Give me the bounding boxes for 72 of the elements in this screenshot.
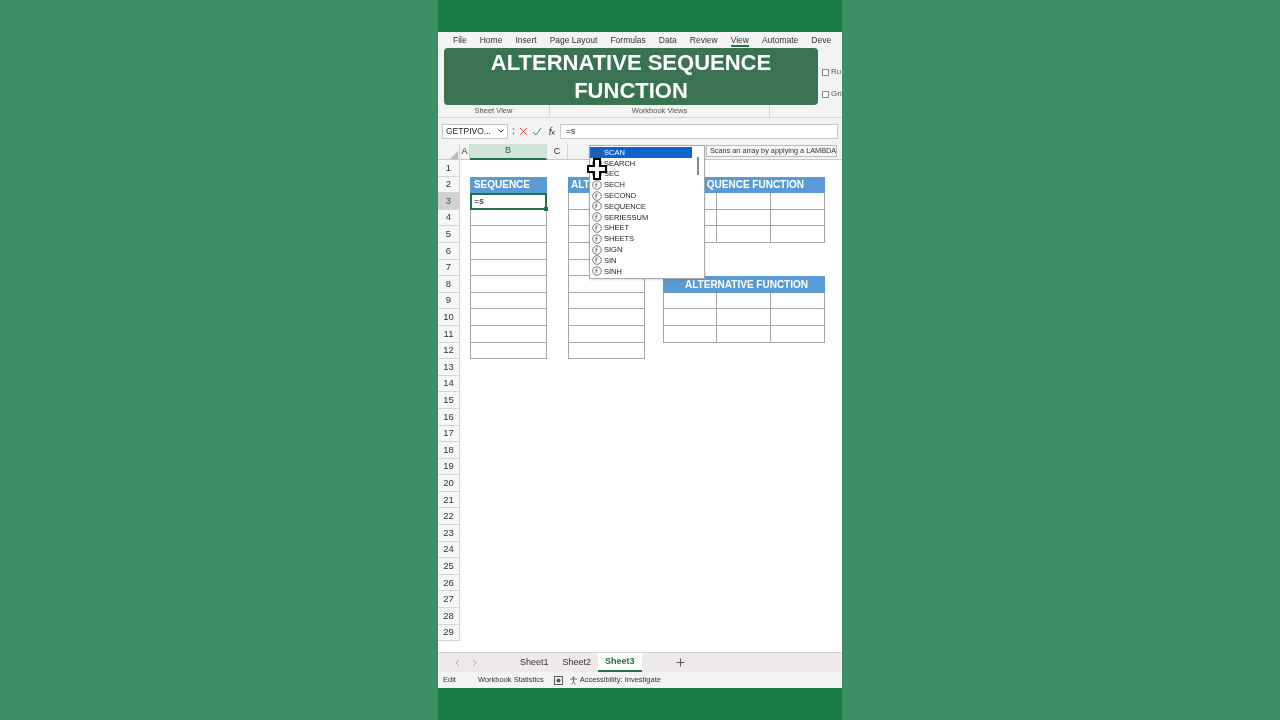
function-icon <box>592 179 602 190</box>
table-cell <box>771 193 825 210</box>
table-cell <box>771 209 825 227</box>
table-cell <box>717 226 771 243</box>
column-header[interactable]: B <box>470 144 547 160</box>
row-header[interactable]: 15 <box>438 392 460 409</box>
close-icon[interactable] <box>519 126 528 136</box>
table-header: ALTERNATIVE FUNCTION <box>663 276 825 293</box>
table-cell <box>663 292 717 310</box>
chevron-left-icon[interactable] <box>455 658 460 667</box>
name-box[interactable]: GETPIVO... <box>442 123 508 139</box>
accessibility-icon <box>568 675 578 685</box>
check-icon[interactable] <box>532 126 542 136</box>
checkbox-label: Gri <box>831 88 842 100</box>
table-cell <box>771 226 825 243</box>
ribbon-tab[interactable]: File <box>453 36 467 47</box>
table-cell <box>717 325 771 343</box>
row-header[interactable]: 25 <box>438 558 460 575</box>
table-cell <box>771 292 825 310</box>
row-header[interactable]: 23 <box>438 525 460 542</box>
ribbon-tab[interactable]: Page Layout <box>549 36 598 47</box>
row-header[interactable]: 3 <box>438 193 460 210</box>
checkbox-label: Ru <box>831 66 842 78</box>
chevron-right-icon[interactable] <box>472 658 477 667</box>
table-cell <box>663 309 717 326</box>
row-header[interactable]: 18 <box>438 442 460 459</box>
row-header[interactable]: 8 <box>438 276 460 293</box>
row-header[interactable]: 22 <box>438 508 460 526</box>
function-icon <box>592 190 602 201</box>
table-cell <box>717 292 771 310</box>
table-cell <box>717 193 771 210</box>
ribbon-tab[interactable]: Review <box>689 36 718 47</box>
table-cell <box>717 209 771 227</box>
column-header[interactable]: C <box>547 144 568 160</box>
row-header[interactable]: 10 <box>438 309 460 326</box>
function-icon <box>592 244 602 255</box>
row-header[interactable]: 28 <box>438 608 460 625</box>
macro-record-icon[interactable] <box>553 675 563 685</box>
table-cell <box>663 325 717 343</box>
checkbox[interactable] <box>822 68 829 76</box>
ribbon-tab[interactable]: Home <box>479 36 503 47</box>
function-icon <box>592 201 602 212</box>
table-header: SEQUENCE <box>470 176 547 194</box>
sheet-tab[interactable]: Sheet3 <box>598 653 642 672</box>
function-icon <box>592 233 602 244</box>
active-cell[interactable]: =s <box>470 193 547 210</box>
row-header[interactable]: 13 <box>438 359 460 376</box>
title-banner: ALTERNATIVE SEQUENCE FUNCTION <box>444 48 818 105</box>
function-icon <box>592 255 602 266</box>
table-cell <box>771 325 825 343</box>
formula-field[interactable]: =s <box>560 123 838 139</box>
row-header[interactable]: 27 <box>438 591 460 609</box>
row-header[interactable]: 20 <box>438 475 460 492</box>
ribbon-tab[interactable]: Data <box>658 36 677 47</box>
checkbox[interactable] <box>822 90 829 98</box>
ribbon-tab[interactable]: Deve <box>811 36 832 47</box>
chevron-down-icon <box>498 129 504 133</box>
function-icon <box>592 147 602 158</box>
ribbon-tab[interactable]: Formulas <box>610 36 646 47</box>
sheet-tab[interactable]: Sheet2 <box>555 653 599 672</box>
ribbon-tab[interactable]: Insert <box>515 36 537 47</box>
add-icon[interactable] <box>675 658 685 667</box>
function-icon <box>592 212 602 223</box>
function-icon[interactable] <box>546 126 556 136</box>
function-icon <box>592 266 602 277</box>
row-header[interactable]: 1 <box>438 160 460 177</box>
function-icon <box>592 222 602 233</box>
table-cell <box>717 309 771 326</box>
table-cell <box>771 309 825 326</box>
ribbon-tab[interactable]: Automate <box>761 36 799 47</box>
row-header[interactable]: 5 <box>438 226 460 243</box>
sheet-tab[interactable]: Sheet1 <box>513 653 556 672</box>
